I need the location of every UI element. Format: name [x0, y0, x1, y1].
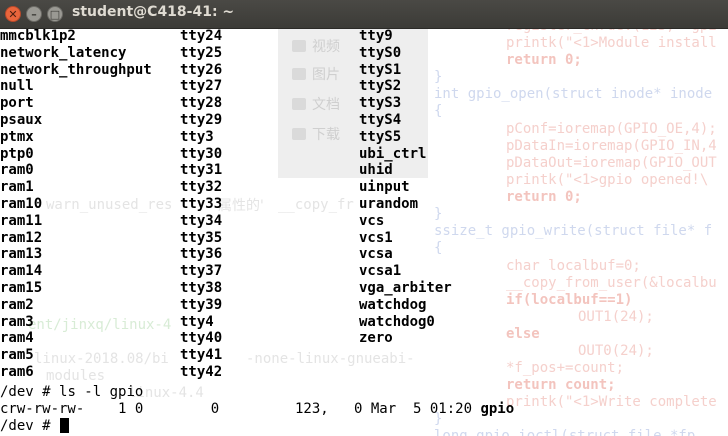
- close-button[interactable]: ✕: [5, 6, 21, 22]
- minimize-button[interactable]: –: [26, 6, 42, 22]
- listing-entry: tty32: [180, 179, 223, 196]
- listing-entry: null: [0, 78, 34, 95]
- shell-prompt: /dev #: [0, 418, 60, 434]
- listing-entry: uhid: [359, 162, 393, 179]
- listing-entry: vga_arbiter: [359, 279, 452, 296]
- listing-entry: ram0: [0, 162, 34, 179]
- listing-entry: ram1: [0, 179, 34, 196]
- listing-entry: ttyS2: [359, 78, 402, 95]
- listing-entry: ptmx: [0, 128, 34, 145]
- listing-entry: ram2: [0, 296, 34, 313]
- listing-entry: tty3: [180, 128, 214, 145]
- listing-entry: vcs1: [359, 229, 393, 246]
- listing-entry: ram4: [0, 330, 34, 347]
- listing-entry: ttyS1: [359, 61, 402, 78]
- listing-entry: ram10: [0, 195, 43, 212]
- listing-entry: port: [0, 95, 34, 112]
- command-text: ls -l gpio: [59, 384, 144, 400]
- output-filename: gpio: [480, 401, 515, 417]
- listing-entry: tty38: [180, 279, 223, 296]
- listing-entry: tty39: [180, 296, 223, 313]
- listing-column: mmcblk1p2 network_latency network_throughp…: [0, 28, 152, 381]
- listing-entry: network_throughput: [0, 61, 152, 78]
- listing-entry: ram5: [0, 347, 34, 364]
- listing-entry: tty27: [180, 78, 223, 95]
- listing-column: tty24 tty25 tty26 tty27 tty28 tty29 tty3 tty30 t…: [180, 28, 222, 381]
- window-title: student@C418-41: ~: [72, 4, 235, 20]
- listing-entry: watchdog0: [359, 313, 435, 330]
- listing-entry: tty24: [180, 28, 223, 44]
- listing-entry: ram11: [0, 212, 43, 229]
- listing-entry: tty30: [180, 145, 223, 162]
- listing-entry: tty40: [180, 330, 223, 347]
- listing-entry: tty33: [180, 195, 223, 212]
- listing-entry: tty29: [180, 111, 223, 128]
- listing-entry: tty34: [180, 212, 223, 229]
- output-details: crw-rw-rw- 1 0 0 123, 0 Mar 5 01:20: [0, 401, 481, 417]
- command-output: crw-rw-rw- 1 0 0 123, 0 Mar 5 01:20 gpio: [0, 401, 514, 418]
- listing-entry: ram14: [0, 263, 43, 280]
- text-cursor: [60, 418, 70, 433]
- listing-entry: ubi_ctrl: [359, 145, 427, 162]
- listing-entry: tty28: [180, 95, 223, 112]
- listing-entry: ram12: [0, 229, 43, 246]
- listing-entry: tty31: [180, 162, 223, 179]
- listing-entry: tty42: [180, 363, 223, 380]
- listing-column: tty9 ttyS0 ttyS1 ttyS2 ttyS3 ttyS4 ttyS5 ubi_ct…: [359, 28, 452, 347]
- listing-entry: tty9: [359, 28, 393, 44]
- maximize-button[interactable]: □: [47, 6, 63, 22]
- listing-entry: vcsa: [359, 246, 393, 263]
- listing-entry: ram13: [0, 246, 43, 263]
- input-line[interactable]: /dev #: [0, 418, 70, 435]
- listing-entry: vcsa1: [359, 263, 402, 280]
- shell-prompt: /dev #: [0, 384, 60, 400]
- listing-entry: ram6: [0, 363, 34, 380]
- terminal-area[interactable]: mmcblk1p2 network_latency network_throughp…: [0, 28, 728, 436]
- listing-entry: mmcblk1p2: [0, 28, 76, 44]
- listing-entry: psaux: [0, 111, 43, 128]
- listing-entry: ttyS3: [359, 95, 402, 112]
- listing-entry: ttyS5: [359, 128, 402, 145]
- listing-entry: uinput: [359, 179, 410, 196]
- listing-entry: ptp0: [0, 145, 34, 162]
- listing-entry: tty41: [180, 347, 223, 364]
- listing-entry: network_latency: [0, 44, 127, 61]
- listing-entry: ram15: [0, 279, 43, 296]
- listing-entry: tty25: [180, 44, 223, 61]
- listing-entry: watchdog: [359, 296, 427, 313]
- listing-entry: ram3: [0, 313, 34, 330]
- listing-entry: vcs: [359, 212, 385, 229]
- listing-entry: tty4: [180, 313, 214, 330]
- title-bar[interactable]: ✕ – □ student@C418-41: ~: [0, 0, 728, 29]
- listing-entry: tty36: [180, 246, 223, 263]
- listing-entry: ttyS4: [359, 111, 402, 128]
- listing-entry: tty35: [180, 229, 223, 246]
- listing-entry: tty26: [180, 61, 223, 78]
- listing-entry: zero: [359, 330, 393, 347]
- command-line: /dev # ls -l gpio: [0, 384, 143, 401]
- listing-entry: ttyS0: [359, 44, 402, 61]
- listing-entry: urandom: [359, 195, 419, 212]
- listing-entry: tty37: [180, 263, 223, 280]
